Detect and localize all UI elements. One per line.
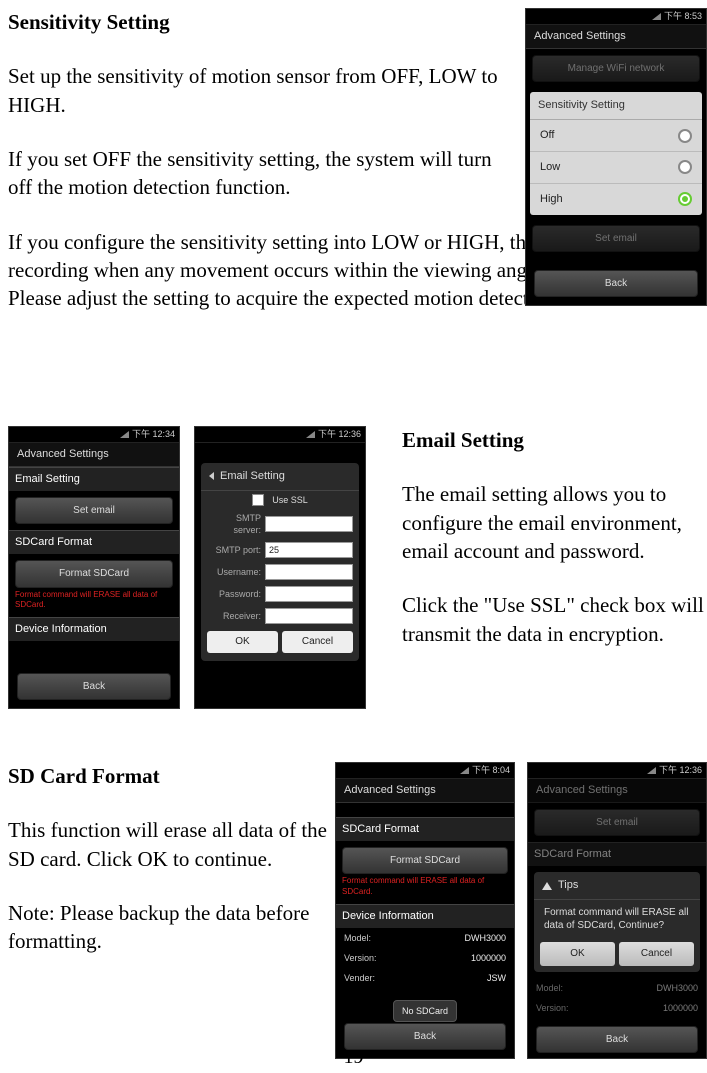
sensitivity-dialog: Sensitivity Setting Off Low High (530, 92, 702, 214)
status-bar: 下午 8:04 (336, 763, 514, 779)
section-device-info: Device Information (336, 904, 514, 928)
section-device-info: Device Information (9, 617, 179, 641)
tips-cancel-button[interactable]: Cancel (619, 942, 694, 966)
section-sdcard: SDCard Format (9, 530, 179, 554)
warning-icon (542, 882, 552, 890)
ok-button[interactable]: OK (207, 631, 278, 653)
password-input[interactable] (265, 586, 353, 602)
smtp-server-label: SMTP server: (207, 512, 261, 536)
screen-title: Advanced Settings (336, 779, 514, 803)
section-sdcard-dim: SDCard Format (528, 842, 706, 866)
sensitivity-off-desc: If you set OFF the sensitivity setting, … (8, 145, 508, 202)
radio-high[interactable] (678, 192, 692, 206)
option-low[interactable]: Low (530, 152, 702, 184)
row-vender: Vender:JSW (336, 968, 514, 988)
screen-title: Advanced Settings (9, 443, 179, 467)
set-email-button[interactable]: Set email (15, 497, 173, 525)
tips-body: Format command will ERASE all data of SD… (534, 900, 700, 942)
dialog-title: Email Setting (220, 469, 285, 484)
section-email: Email Setting (9, 467, 179, 491)
manage-wifi-button[interactable]: Manage WiFi network (532, 55, 700, 83)
option-low-label: Low (540, 160, 560, 175)
tips-ok-button[interactable]: OK (540, 942, 615, 966)
radio-low[interactable] (678, 160, 692, 174)
screenshot-sensitivity: 下午 8:53 Advanced Settings Manage WiFi ne… (525, 8, 707, 306)
email-ssl-desc: Click the "Use SSL" check box will trans… (402, 591, 707, 648)
sensitivity-heading: Sensitivity Setting (8, 8, 508, 36)
status-time: 下午 8:53 (664, 10, 702, 22)
no-sdcard-toast: No SDCard (393, 1000, 457, 1022)
format-sdcard-button[interactable]: Format SDCard (342, 847, 508, 875)
back-button[interactable]: Back (534, 270, 698, 298)
row-model: Model:DWH3000 (336, 928, 514, 948)
set-email-button-dim[interactable]: Set email (534, 809, 700, 837)
email-setting-dialog: Email Setting Use SSL SMTP server: SMTP … (201, 463, 359, 661)
back-chevron-icon[interactable] (209, 472, 214, 480)
section-sdcard: SDCard Format (336, 817, 514, 841)
row-model-dim: Model:DWH3000 (528, 978, 706, 998)
status-time: 下午 12:36 (318, 428, 361, 440)
receiver-label: Receiver: (207, 610, 261, 622)
smtp-port-input[interactable]: 25 (265, 542, 353, 558)
tips-title: Tips (558, 878, 578, 893)
sdcard-format-note: Note: Please backup the data before form… (8, 899, 328, 956)
page-number: 19 (0, 1044, 707, 1071)
smtp-port-label: SMTP port: (207, 544, 261, 556)
screenshot-adv-settings: 下午 12:34 Advanced Settings Email Setting… (8, 426, 180, 709)
row-version-dim: Version:1000000 (528, 998, 706, 1018)
receiver-input[interactable] (265, 608, 353, 624)
screenshot-email-form: 下午 12:36 Email Setting Use SSL SMTP serv… (194, 426, 366, 709)
option-off[interactable]: Off (530, 120, 702, 152)
email-setting-desc: The email setting allows you to configur… (402, 480, 707, 565)
option-high-label: High (540, 192, 563, 207)
sensitivity-intro: Set up the sensitivity of motion sensor … (8, 62, 508, 119)
username-input[interactable] (265, 564, 353, 580)
format-warning: Format command will ERASE all data of SD… (9, 588, 179, 618)
use-ssl-label: Use SSL (272, 494, 308, 506)
smtp-server-input[interactable] (265, 516, 353, 532)
use-ssl-checkbox[interactable] (252, 494, 264, 506)
radio-off[interactable] (678, 129, 692, 143)
option-off-label: Off (540, 128, 554, 143)
status-time: 下午 12:36 (659, 764, 702, 776)
password-label: Password: (207, 588, 261, 600)
status-time: 下午 8:04 (472, 764, 510, 776)
back-button[interactable]: Back (17, 673, 171, 701)
dialog-header: Email Setting (201, 463, 359, 491)
email-setting-heading: Email Setting (402, 426, 707, 454)
sdcard-format-desc: This function will erase all data of the… (8, 816, 328, 873)
option-high[interactable]: High (530, 184, 702, 215)
screen-title-dim: Advanced Settings (528, 779, 706, 803)
username-label: Username: (207, 566, 261, 578)
format-sdcard-button[interactable]: Format SDCard (15, 560, 173, 588)
signal-icon (120, 431, 129, 438)
set-email-button-dim[interactable]: Set email (532, 225, 700, 253)
signal-icon (306, 431, 315, 438)
signal-icon (652, 13, 661, 20)
status-bar: 下午 8:53 (526, 9, 706, 25)
dialog-title: Sensitivity Setting (530, 92, 702, 120)
signal-icon (647, 767, 656, 774)
status-bar: 下午 12:34 (9, 427, 179, 443)
screenshot-format-confirm: 下午 12:36 Advanced Settings Set email SDC… (527, 762, 707, 1059)
cancel-button[interactable]: Cancel (282, 631, 353, 653)
tips-dialog: Tips Format command will ERASE all data … (534, 872, 700, 971)
signal-icon (460, 767, 469, 774)
screenshot-sdcard-info: 下午 8:04 Advanced Settings SDCard Format … (335, 762, 515, 1059)
format-warning: Format command will ERASE all data of SD… (336, 874, 514, 904)
screen-title: Advanced Settings (526, 25, 706, 49)
sdcard-format-heading: SD Card Format (8, 762, 328, 790)
row-version: Version:1000000 (336, 948, 514, 968)
status-time: 下午 12:34 (132, 428, 175, 440)
status-bar: 下午 12:36 (528, 763, 706, 779)
status-bar: 下午 12:36 (195, 427, 365, 443)
